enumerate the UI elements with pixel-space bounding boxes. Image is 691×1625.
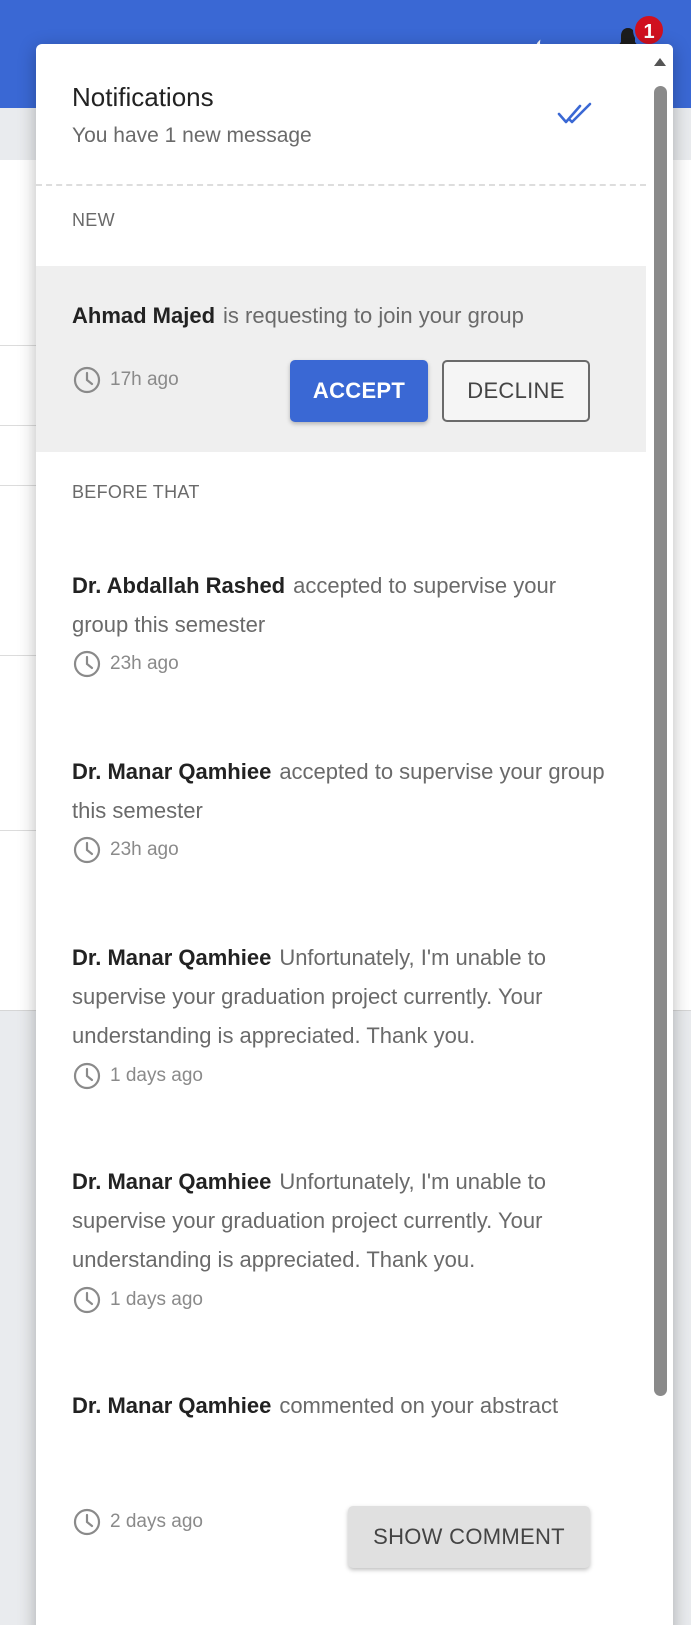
panel-subtitle: You have 1 new message bbox=[72, 124, 312, 147]
notifications-panel: Notifications You have 1 new message NEW… bbox=[36, 44, 673, 1625]
page: 1 Notifications You have 1 new message N… bbox=[0, 0, 691, 1625]
notification-sender: Dr. Manar Qamhiee bbox=[72, 945, 272, 970]
notification-message: Dr. Manar Qamhiee accepted to supervise y… bbox=[72, 752, 612, 830]
time-text: 23h ago bbox=[110, 839, 179, 860]
time-text: 1 days ago bbox=[110, 1065, 203, 1086]
scrollbar-thumb[interactable] bbox=[654, 86, 667, 1396]
section-label-new: NEW bbox=[72, 210, 115, 230]
notification-time: 1 days ago bbox=[72, 1060, 203, 1092]
notification-time: 1 days ago bbox=[72, 1284, 203, 1316]
divider bbox=[0, 345, 40, 346]
clock-icon bbox=[73, 1062, 101, 1090]
notification-item[interactable]: Dr. Manar Qamhiee commented on your abstr… bbox=[36, 1374, 646, 1574]
notification-item[interactable]: Dr. Manar Qamhiee Unfortunately, I'm unab… bbox=[36, 926, 646, 1116]
notification-text: commented on your abstract bbox=[279, 1393, 559, 1418]
notification-time: 23h ago bbox=[72, 648, 179, 680]
notification-message: Dr. Abdallah Rashed accepted to supervise… bbox=[72, 566, 612, 644]
notification-time: 2 days ago bbox=[72, 1506, 203, 1538]
double-check-icon[interactable] bbox=[556, 100, 596, 128]
clock-icon bbox=[73, 836, 101, 864]
panel-title: Notifications bbox=[72, 82, 214, 112]
show-comment-button[interactable]: SHOW COMMENT bbox=[348, 1506, 590, 1568]
section-label-before-that: BEFORE THAT bbox=[72, 482, 200, 502]
notification-sender: Ahmad Majed bbox=[72, 303, 216, 328]
notification-time: 17h ago bbox=[72, 364, 179, 396]
scrollbar[interactable] bbox=[647, 44, 673, 1625]
notification-sender: Dr. Manar Qamhiee bbox=[72, 759, 272, 784]
notification-message: Dr. Manar Qamhiee Unfortunately, I'm unab… bbox=[72, 1162, 612, 1279]
notification-item-unread[interactable]: Ahmad Majed is requesting to join your gr… bbox=[36, 266, 646, 452]
notification-message: Dr. Manar Qamhiee commented on your abstr… bbox=[72, 1386, 612, 1425]
notification-time: 23h ago bbox=[72, 834, 179, 866]
divider bbox=[0, 655, 40, 656]
accept-button[interactable]: ACCEPT bbox=[290, 360, 428, 422]
clock-icon bbox=[73, 1508, 101, 1536]
decline-button[interactable]: DECLINE bbox=[442, 360, 590, 422]
notification-sender: Dr. Manar Qamhiee bbox=[72, 1393, 272, 1418]
divider bbox=[0, 830, 40, 831]
notification-sender: Dr. Abdallah Rashed bbox=[72, 573, 286, 598]
scroll-up-arrow-icon[interactable] bbox=[654, 58, 666, 66]
notification-message: Ahmad Majed is requesting to join your gr… bbox=[72, 296, 612, 335]
notification-count-badge: 1 bbox=[633, 14, 665, 46]
notification-item[interactable]: Dr. Abdallah Rashed accepted to supervise… bbox=[36, 554, 646, 704]
notifications-list: Notifications You have 1 new message NEW… bbox=[36, 44, 646, 1625]
time-text: 23h ago bbox=[110, 653, 179, 674]
time-text: 17h ago bbox=[110, 369, 179, 390]
header-divider bbox=[36, 184, 646, 186]
clock-icon bbox=[73, 1286, 101, 1314]
notification-text: is requesting to join your group bbox=[223, 303, 524, 328]
notification-item[interactable]: Dr. Manar Qamhiee Unfortunately, I'm unab… bbox=[36, 1150, 646, 1340]
clock-icon bbox=[73, 366, 101, 394]
clock-icon bbox=[73, 650, 101, 678]
notification-item[interactable]: Dr. Manar Qamhiee accepted to supervise y… bbox=[36, 740, 646, 890]
notification-sender: Dr. Manar Qamhiee bbox=[72, 1169, 272, 1194]
divider bbox=[0, 425, 40, 426]
divider bbox=[0, 485, 40, 486]
time-text: 1 days ago bbox=[110, 1289, 203, 1310]
notification-message: Dr. Manar Qamhiee Unfortunately, I'm unab… bbox=[72, 938, 612, 1055]
time-text: 2 days ago bbox=[110, 1511, 203, 1532]
